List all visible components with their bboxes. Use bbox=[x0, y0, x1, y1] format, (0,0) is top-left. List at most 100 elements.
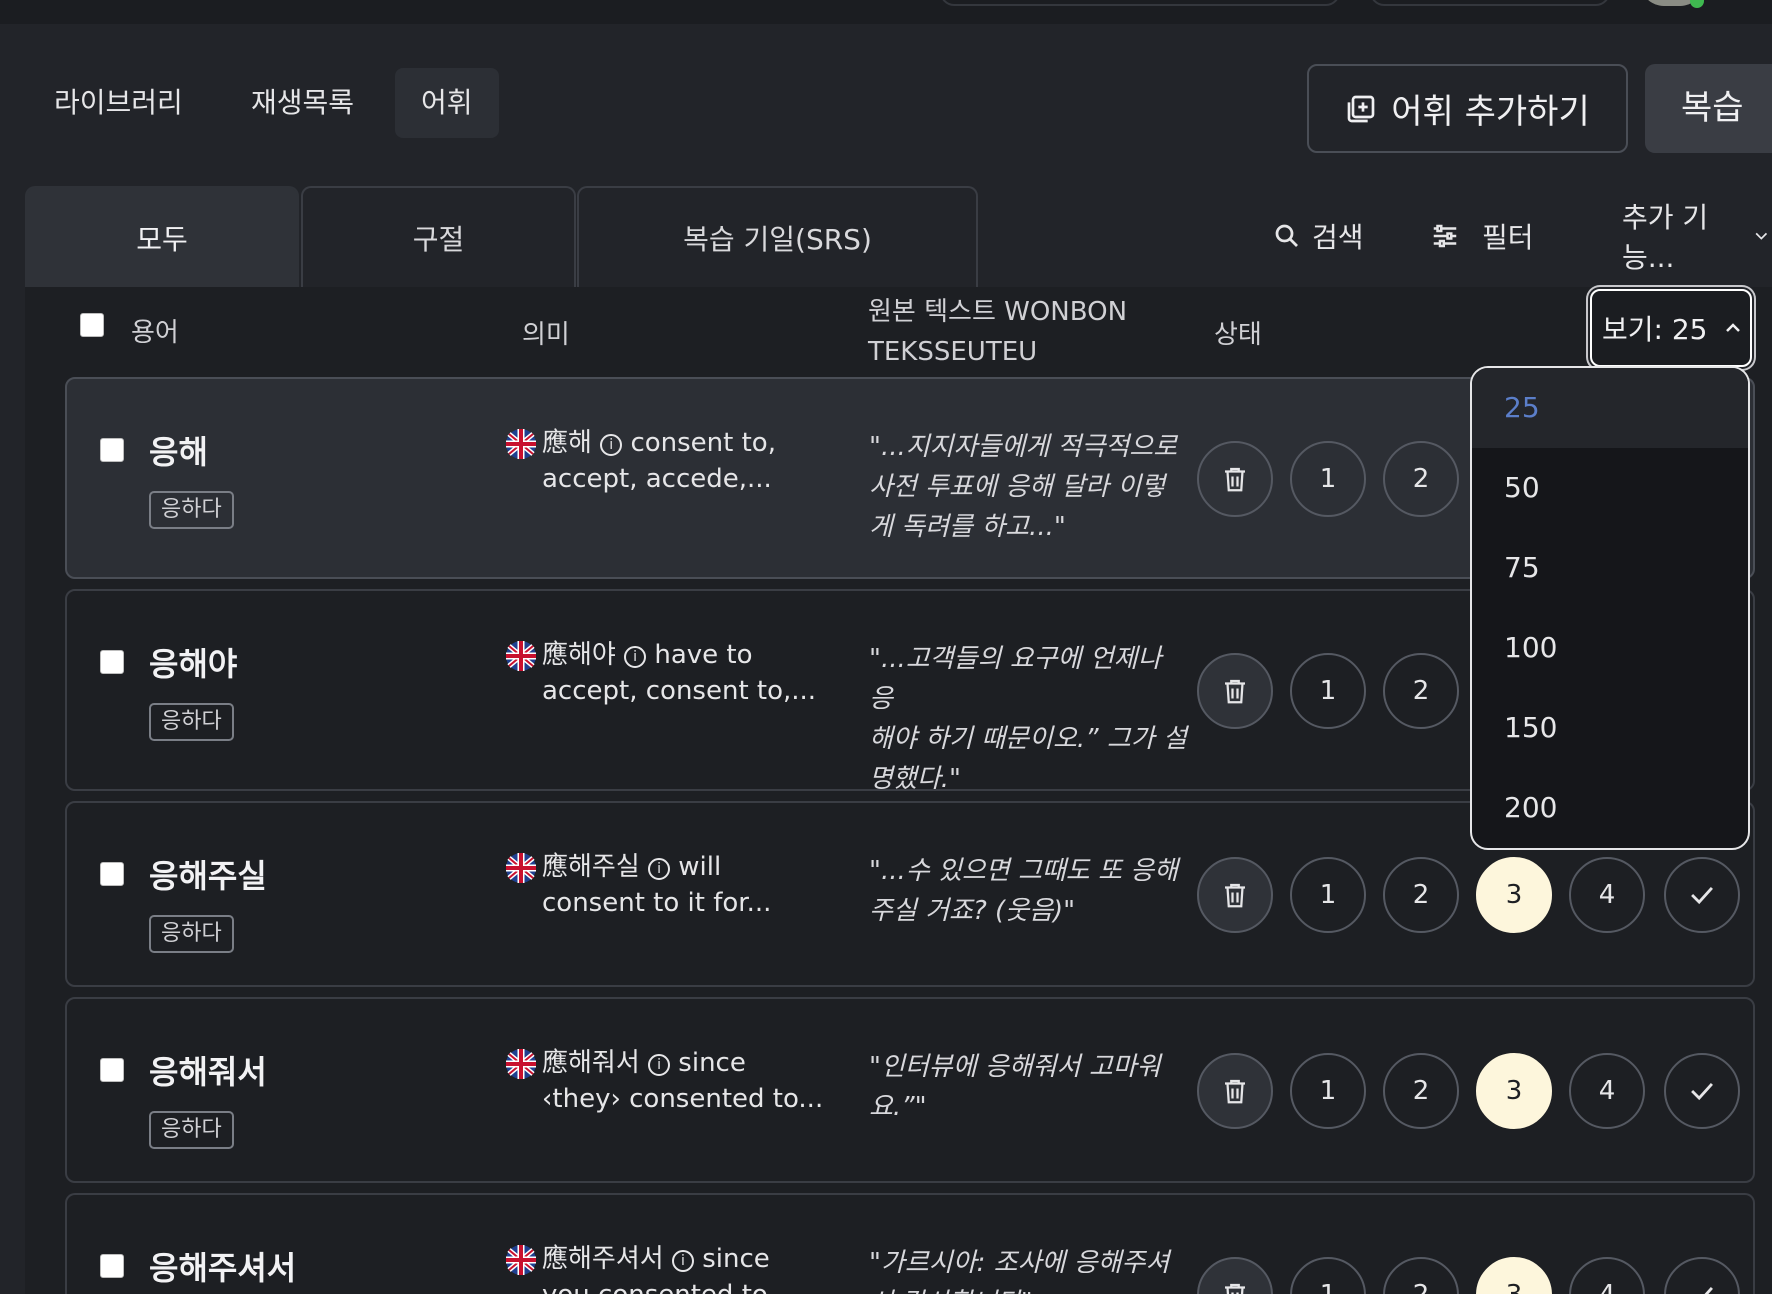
hanja-text: 應해주셔서 bbox=[542, 1244, 664, 1274]
term-text[interactable]: 응해 bbox=[149, 427, 208, 473]
status-level-label: 1 bbox=[1319, 464, 1337, 494]
search-button[interactable]: 검색 bbox=[1272, 216, 1364, 256]
mark-known-button[interactable] bbox=[1664, 1257, 1740, 1294]
top-search-pill[interactable] bbox=[940, 0, 1340, 6]
status-level-label: 2 bbox=[1412, 1076, 1430, 1106]
status-level-3-button[interactable]: 3 bbox=[1476, 1053, 1552, 1129]
delete-button[interactable] bbox=[1197, 1053, 1273, 1129]
term-text[interactable]: 응해야 bbox=[149, 639, 237, 685]
uk-flag-icon bbox=[506, 1245, 536, 1275]
status-level-label: 2 bbox=[1413, 1280, 1430, 1294]
meaning-line1: consent to, bbox=[630, 428, 776, 458]
status-level-label: 1 bbox=[1319, 1076, 1337, 1106]
mark-known-button[interactable] bbox=[1664, 857, 1740, 933]
status-level-1-button[interactable]: 1 bbox=[1290, 653, 1366, 729]
nav-playlists[interactable]: 재생목록 bbox=[225, 68, 380, 138]
table-header: 용어 의미 원본 텍스트 WONBON TEKSSEUTEU 상태 bbox=[25, 287, 1772, 377]
uk-flag-icon bbox=[506, 853, 536, 883]
source-quote: "가르시아: 조사에 응해주셔 서 감사합니다" bbox=[869, 1243, 1189, 1294]
status-level-2-button[interactable]: 2 bbox=[1383, 1257, 1459, 1294]
nav-vocabulary[interactable]: 어휘 bbox=[395, 68, 499, 138]
lemma-tag[interactable]: 응하다 bbox=[149, 491, 234, 529]
delete-button[interactable] bbox=[1197, 857, 1273, 933]
review-button[interactable]: 복습 bbox=[1645, 64, 1772, 153]
info-circle-icon[interactable]: i bbox=[648, 858, 671, 880]
meaning-cell: 應해줘서 i since ‹they› consented to... bbox=[506, 1045, 842, 1117]
per-page-option[interactable]: 50 bbox=[1472, 448, 1748, 528]
source-quote: "인터뷰에 응해줘서 고마워 요.”" bbox=[869, 1047, 1189, 1127]
status-level-2-button[interactable]: 2 bbox=[1383, 857, 1459, 933]
status-level-1-button[interactable]: 1 bbox=[1290, 857, 1366, 933]
status-level-4-button[interactable]: 4 bbox=[1569, 1257, 1645, 1294]
status-level-label: 3 bbox=[1505, 880, 1523, 910]
status-level-4-button[interactable]: 4 bbox=[1569, 857, 1645, 933]
quote-line2: 요.”" bbox=[869, 1092, 927, 1122]
status-level-label: 1 bbox=[1319, 676, 1337, 706]
term-text[interactable]: 응해주실 bbox=[149, 851, 267, 897]
trash-icon bbox=[1225, 1283, 1245, 1294]
delete-button[interactable] bbox=[1197, 653, 1273, 729]
uk-flag-icon bbox=[506, 429, 536, 459]
info-circle-icon[interactable]: i bbox=[600, 434, 623, 456]
per-page-select[interactable]: 보기: 25 bbox=[1590, 289, 1752, 367]
term-text[interactable]: 응해줘서 bbox=[149, 1047, 267, 1093]
row-checkbox[interactable] bbox=[100, 438, 124, 462]
select-all-checkbox[interactable] bbox=[80, 313, 104, 337]
status-level-2-button[interactable]: 2 bbox=[1383, 441, 1459, 517]
per-page-option[interactable]: 150 bbox=[1472, 688, 1748, 768]
status-level-label: 1 bbox=[1319, 880, 1337, 910]
uk-flag-icon bbox=[506, 641, 536, 671]
row-checkbox[interactable] bbox=[100, 1254, 124, 1278]
status-level-3-button[interactable]: 3 bbox=[1476, 1257, 1552, 1294]
tab-phrases[interactable]: 구절 bbox=[301, 186, 576, 287]
filter-button[interactable]: 필터 bbox=[1430, 216, 1534, 256]
status-level-1-button[interactable]: 1 bbox=[1290, 1053, 1366, 1129]
row-checkbox[interactable] bbox=[100, 862, 124, 886]
row-checkbox[interactable] bbox=[100, 650, 124, 674]
nav-library[interactable]: 라이브러리 bbox=[28, 68, 209, 138]
status-level-1-button[interactable]: 1 bbox=[1290, 1257, 1366, 1294]
tab-phrases-label: 구절 bbox=[412, 222, 465, 256]
mark-known-button[interactable] bbox=[1664, 1053, 1740, 1129]
term-text[interactable]: 응해주셔서 bbox=[149, 1243, 296, 1289]
header-source-line1: 원본 텍스트 WONBON bbox=[868, 297, 1128, 327]
per-page-option[interactable]: 200 bbox=[1472, 768, 1748, 848]
per-page-option[interactable]: 75 bbox=[1472, 528, 1748, 608]
status-level-4-button[interactable]: 4 bbox=[1569, 1053, 1645, 1129]
top-control-pill[interactable] bbox=[1370, 0, 1610, 6]
status-level-label: 2 bbox=[1412, 464, 1430, 494]
status-level-2-button[interactable]: 2 bbox=[1383, 1053, 1459, 1129]
table-row[interactable]: 응해줘서 응하다 應해줘서 i since ‹they› consented t… bbox=[65, 997, 1755, 1183]
meaning-line2: ‹they› consented to... bbox=[542, 1084, 824, 1114]
meaning-line2: accept, accede,... bbox=[542, 464, 772, 494]
source-quote: "...고객들의 요구에 언제나 응 해야 하기 때문이오.” 그가 설 명했다… bbox=[869, 639, 1189, 799]
search-label: 검색 bbox=[1312, 221, 1364, 254]
info-circle-icon[interactable]: i bbox=[624, 646, 647, 668]
per-page-option[interactable]: 100 bbox=[1472, 608, 1748, 688]
add-vocabulary-button[interactable]: 어휘 추가하기 bbox=[1307, 64, 1628, 153]
quote-line1: "인터뷰에 응해줘서 고마워 bbox=[869, 1052, 1161, 1082]
header-status: 상태 bbox=[1214, 320, 1262, 350]
delete-button[interactable] bbox=[1197, 441, 1273, 517]
meaning-cell: 應해 i consent to, accept, accede,... bbox=[506, 425, 842, 497]
header-source-line2: TEKSSEUTEU bbox=[868, 337, 1038, 367]
tab-all-label: 모두 bbox=[136, 222, 188, 256]
tab-srs-due[interactable]: 복습 기일(SRS) bbox=[577, 186, 978, 287]
status-level-1-button[interactable]: 1 bbox=[1290, 441, 1366, 517]
delete-button[interactable] bbox=[1197, 1257, 1273, 1294]
status-level-2-button[interactable]: 2 bbox=[1383, 653, 1459, 729]
more-features-button[interactable]: 추가 기능... bbox=[1622, 201, 1772, 274]
hanja-text: 應해주실 bbox=[542, 852, 640, 882]
lemma-tag[interactable]: 응하다 bbox=[149, 915, 234, 953]
table-row[interactable]: 응해주셔서 應해주셔서 i since you consented to... … bbox=[65, 1193, 1755, 1294]
quote-line2: 주실 거죠? (웃음)" bbox=[869, 896, 1076, 926]
lemma-tag[interactable]: 응하다 bbox=[149, 1111, 234, 1149]
lemma-tag[interactable]: 응하다 bbox=[149, 703, 234, 741]
quote-line3: 명했다." bbox=[869, 764, 961, 794]
status-level-3-button[interactable]: 3 bbox=[1476, 857, 1552, 933]
per-page-option[interactable]: 25 bbox=[1472, 368, 1748, 448]
tab-all[interactable]: 모두 bbox=[25, 186, 299, 287]
row-checkbox[interactable] bbox=[100, 1058, 124, 1082]
info-circle-icon[interactable]: i bbox=[671, 1250, 694, 1272]
info-circle-icon[interactable]: i bbox=[648, 1054, 671, 1076]
